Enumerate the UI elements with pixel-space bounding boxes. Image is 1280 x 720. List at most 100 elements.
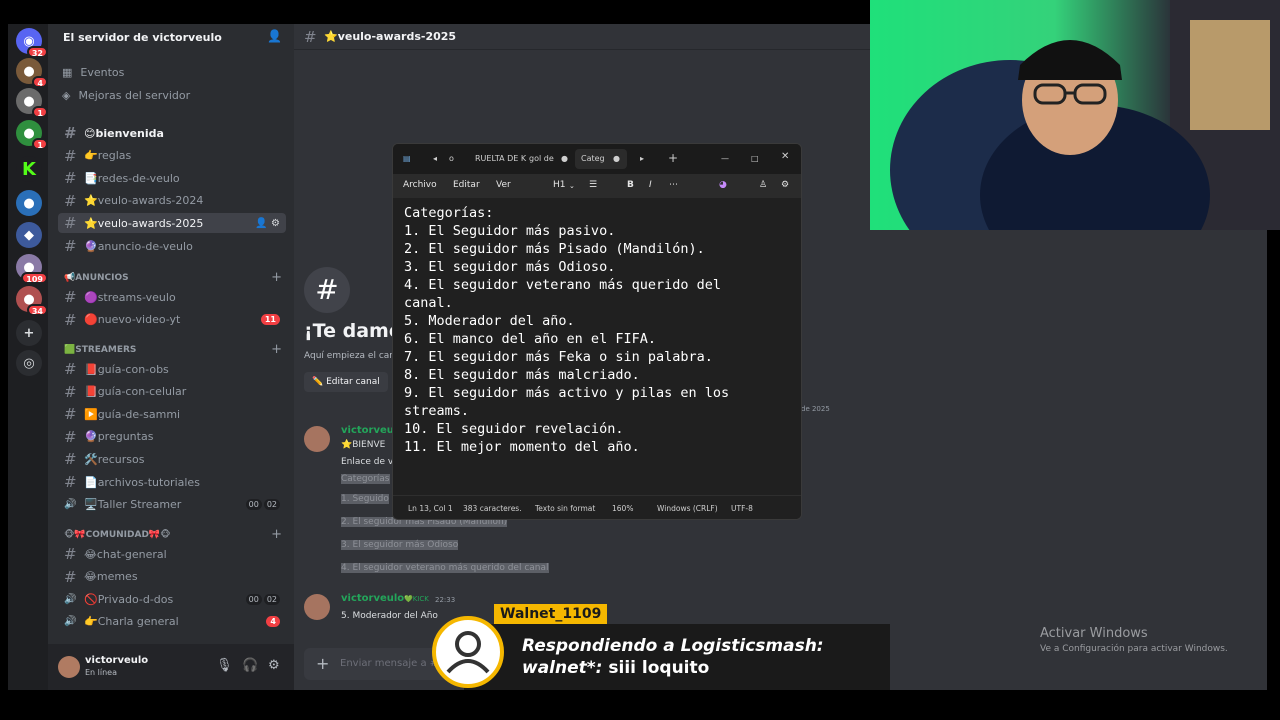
hash-icon: # [64, 146, 77, 165]
status-format[interactable]: Texto sin format [535, 504, 595, 513]
add-channel-icon[interactable]: + [271, 527, 282, 542]
status-encoding[interactable]: UTF-8 [731, 504, 753, 513]
headphones-icon[interactable]: 🎧 [242, 658, 258, 673]
chat-reply-text: siii loquito [608, 658, 710, 678]
add-member-icon[interactable]: 👤 [267, 29, 282, 43]
plus-icon[interactable]: + [316, 654, 329, 673]
list-icon[interactable]: ☰ [589, 180, 597, 190]
category-header[interactable]: 📢ANUNCIOS [64, 273, 129, 283]
notepad-text[interactable]: Categorías: 1. El Seguidor más pasivo. 2… [404, 204, 729, 456]
activate-windows-watermark: Activar Windows Ve a Configuración para … [1040, 626, 1228, 654]
hash-icon: # [64, 191, 77, 210]
server-icon[interactable]: ● 1 [16, 120, 48, 150]
notepad-window: ▤ ◂ o RUELTA DE K gol de ● Categ ● ▸ + —… [392, 143, 802, 520]
channel-item[interactable]: # 📑redes-de-veulo [58, 168, 286, 188]
server-icon[interactable]: ◆ [16, 222, 42, 248]
server-icon[interactable]: ● 4 [16, 58, 48, 88]
channel-item[interactable]: 🔊 👉Charla general 4 [58, 612, 286, 632]
channel-item[interactable]: # 😂chat-general [58, 544, 286, 564]
category-header[interactable]: 🐵🎀COMUNIDAD🎀🐵 [64, 530, 171, 540]
speaker-icon: 🔊 [64, 593, 77, 605]
message-line: Categorías [341, 474, 390, 484]
home-icon[interactable]: ◉ 32 [16, 28, 48, 58]
channel-item[interactable]: # 🔮anuncio-de-veulo [58, 236, 286, 256]
channel-name: 🚫Privado-d-dos [84, 592, 174, 606]
menu-view[interactable]: Ver [496, 180, 511, 190]
notepad-tabbar: ▤ ◂ o RUELTA DE K gol de ● Categ ● ▸ + —… [393, 144, 801, 174]
channel-item[interactable]: # 🔮preguntas [58, 427, 286, 447]
message-author[interactable]: victorveulo [341, 593, 404, 604]
voice-count: 00 02 [245, 499, 280, 511]
channel-item[interactable]: # 😂memes [58, 567, 286, 587]
hash-icon: # [64, 450, 77, 469]
channel-item[interactable]: 🔊 🚫Privado-d-dos 00 02 [58, 589, 286, 609]
hash-icon: # [64, 237, 77, 255]
server-icon[interactable]: ● 109 [16, 254, 48, 284]
heading-dropdown[interactable]: H1 [553, 180, 566, 190]
tab[interactable]: RUELTA DE K [475, 154, 526, 163]
channel-item[interactable]: # 📕guía-con-celular [58, 382, 286, 402]
tab-prev-icon[interactable]: ◂ [433, 154, 437, 163]
maximize-icon[interactable]: □ [751, 154, 759, 163]
add-channel-icon[interactable]: + [271, 270, 282, 285]
server-name[interactable]: El servidor de victorveulo [63, 31, 222, 44]
copilot-icon[interactable]: ◕ [719, 180, 727, 190]
activate-subtitle: Ve a Configuración para activar Windows. [1040, 644, 1228, 654]
hash-icon: # [64, 124, 77, 142]
notepad-menubar: Archivo Editar Ver H1 ⌄ ☰ B I ⋯ ◕ ♙ ⚙ [393, 174, 801, 198]
hash-icon: # [64, 169, 77, 188]
gear-icon[interactable]: ⚙ [781, 180, 789, 190]
channel-item[interactable]: # 📄archivos-tutoriales [58, 472, 286, 492]
avatar[interactable] [304, 426, 330, 452]
server-icon[interactable]: ● 1 [16, 88, 48, 118]
tab[interactable]: o [449, 154, 454, 163]
server-icon[interactable]: ● [16, 190, 42, 216]
gear-icon[interactable]: ⚙ [268, 658, 280, 673]
microphone-icon[interactable]: 🎙 [216, 658, 233, 673]
status-zoom[interactable]: 160% [612, 504, 633, 513]
account-icon[interactable]: ♙ [759, 180, 767, 190]
notepad-statusbar: Ln 13, Col 1 383 caracteres. Texto sin f… [393, 495, 801, 519]
add-server-icon[interactable]: + [16, 320, 42, 346]
discover-icon[interactable]: ◎ [16, 350, 42, 376]
date-divider: de 2025 [801, 405, 830, 413]
category-header[interactable]: 🟩STREAMERS [64, 345, 136, 355]
italic-icon[interactable]: I [649, 180, 652, 190]
boosts-link[interactable]: ◈ Mejoras del servidor [62, 89, 190, 102]
channel-item[interactable]: # 🛠️recursos [58, 449, 286, 469]
events-link[interactable]: ▦ Eventos [62, 66, 124, 79]
menu-edit[interactable]: Editar [453, 180, 480, 190]
channel-item[interactable]: # 👉reglas [58, 146, 286, 166]
channel-name: ⭐veulo-awards-2025 [84, 216, 204, 230]
channel-item[interactable]: # ▶️guía-de-sammi [58, 404, 286, 424]
new-tab-icon[interactable]: + [668, 151, 678, 165]
channel-item[interactable]: # 🟣streams-veulo [58, 287, 286, 307]
menu-file[interactable]: Archivo [403, 180, 437, 190]
voice-count: 00 02 [245, 593, 280, 605]
channel-item[interactable]: # 😊bienvenida [58, 123, 286, 143]
hash-icon: # [64, 310, 77, 329]
edit-channel-button[interactable]: ✏️ Editar canal [304, 372, 388, 392]
status-lineending[interactable]: Windows (CRLF) [657, 504, 718, 513]
avatar[interactable] [304, 594, 330, 620]
channel-item[interactable]: # ⭐veulo-awards-2024 [58, 191, 286, 211]
add-channel-icon[interactable]: + [271, 342, 282, 357]
minimize-icon[interactable]: — [721, 154, 729, 163]
kick-icon[interactable]: K [16, 156, 42, 182]
screen: ◉ 32 ● 4 ● 1 ● 1 K ● ◆ ● 109 ● 34 + ◎ El servi… [0, 0, 1280, 720]
tab-next-icon[interactable]: ▸ [640, 154, 644, 163]
chat-message-line: walnet*: siii loquito [522, 658, 709, 678]
channel-item[interactable]: 🔊 🖥️Taller Streamer 00 02 [58, 495, 286, 515]
bold-icon[interactable]: B [627, 180, 634, 190]
channel-settings-icon[interactable]: 👤 ⚙ [255, 218, 280, 229]
avatar[interactable] [58, 656, 80, 678]
channel-item[interactable]: # ⭐veulo-awards-2025 👤 ⚙ [58, 213, 286, 234]
channel-item[interactable]: # 📕guía-con-obs [58, 359, 286, 379]
tab-dot-icon: ● [561, 154, 568, 163]
tab[interactable]: gol de [529, 154, 554, 163]
hash-icon: # [64, 545, 77, 563]
more-icon[interactable]: ⋯ [669, 180, 678, 190]
close-icon[interactable]: ✕ [781, 151, 789, 162]
channel-item[interactable]: # 🔴nuevo-video-yt 11 [58, 310, 286, 330]
server-icon[interactable]: ● 34 [16, 286, 48, 316]
